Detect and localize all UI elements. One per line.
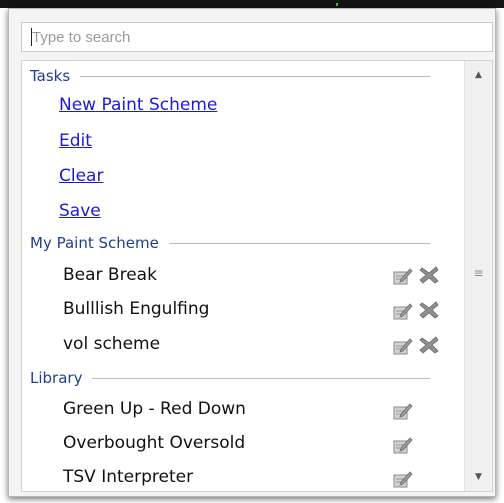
edit-link[interactable]: Edit	[59, 129, 92, 153]
scheme-item-bear-break[interactable]: Bear Break	[63, 263, 157, 287]
section-divider	[168, 242, 430, 244]
save-link[interactable]: Save	[59, 199, 101, 223]
edit-icon[interactable]	[393, 337, 413, 355]
section-title-tasks: Tasks	[30, 67, 71, 85]
section-header-tasks: Tasks	[30, 66, 430, 86]
scroll-grip-icon[interactable]: ≡	[465, 261, 492, 285]
delete-icon[interactable]	[419, 266, 439, 284]
scheme-item-vol-scheme[interactable]: vol scheme	[63, 332, 160, 356]
section-header-library: Library	[30, 368, 430, 388]
edit-icon[interactable]	[393, 267, 413, 285]
vertical-scrollbar[interactable]: ▲ ≡ ▼	[464, 61, 492, 491]
section-title-library: Library	[30, 369, 83, 387]
library-item-green-up-red-down[interactable]: Green Up - Red Down	[63, 397, 246, 421]
edit-icon[interactable]	[393, 402, 413, 420]
edit-icon[interactable]	[393, 470, 413, 488]
new-paint-scheme-link[interactable]: New Paint Scheme	[59, 93, 217, 117]
clear-link[interactable]: Clear	[59, 164, 103, 188]
edit-icon[interactable]	[393, 436, 413, 454]
section-header-my-paint-scheme: My Paint Scheme	[30, 233, 430, 253]
library-item-overbought-oversold[interactable]: Overbought Oversold	[63, 431, 245, 455]
top-strip-marker	[336, 3, 338, 6]
library-item-tsv-interpreter[interactable]: TSV Interpreter	[63, 465, 193, 489]
delete-icon[interactable]	[419, 336, 439, 354]
delete-icon[interactable]	[419, 301, 439, 319]
section-title-my-paint-scheme: My Paint Scheme	[30, 234, 159, 252]
section-divider	[80, 75, 430, 77]
scroll-down-arrow-icon[interactable]: ▼	[465, 466, 492, 488]
scroll-up-arrow-icon[interactable]: ▲	[465, 64, 492, 86]
top-window-strip	[0, 0, 504, 8]
search-input[interactable]	[21, 22, 493, 52]
section-divider	[92, 377, 430, 379]
scheme-item-bullish-engulfing[interactable]: Bulllish Engulfing	[63, 297, 209, 321]
scheme-list: Tasks New Paint Scheme Edit Clear Save M…	[21, 60, 493, 492]
text-caret	[31, 28, 32, 46]
edit-icon[interactable]	[393, 302, 413, 320]
